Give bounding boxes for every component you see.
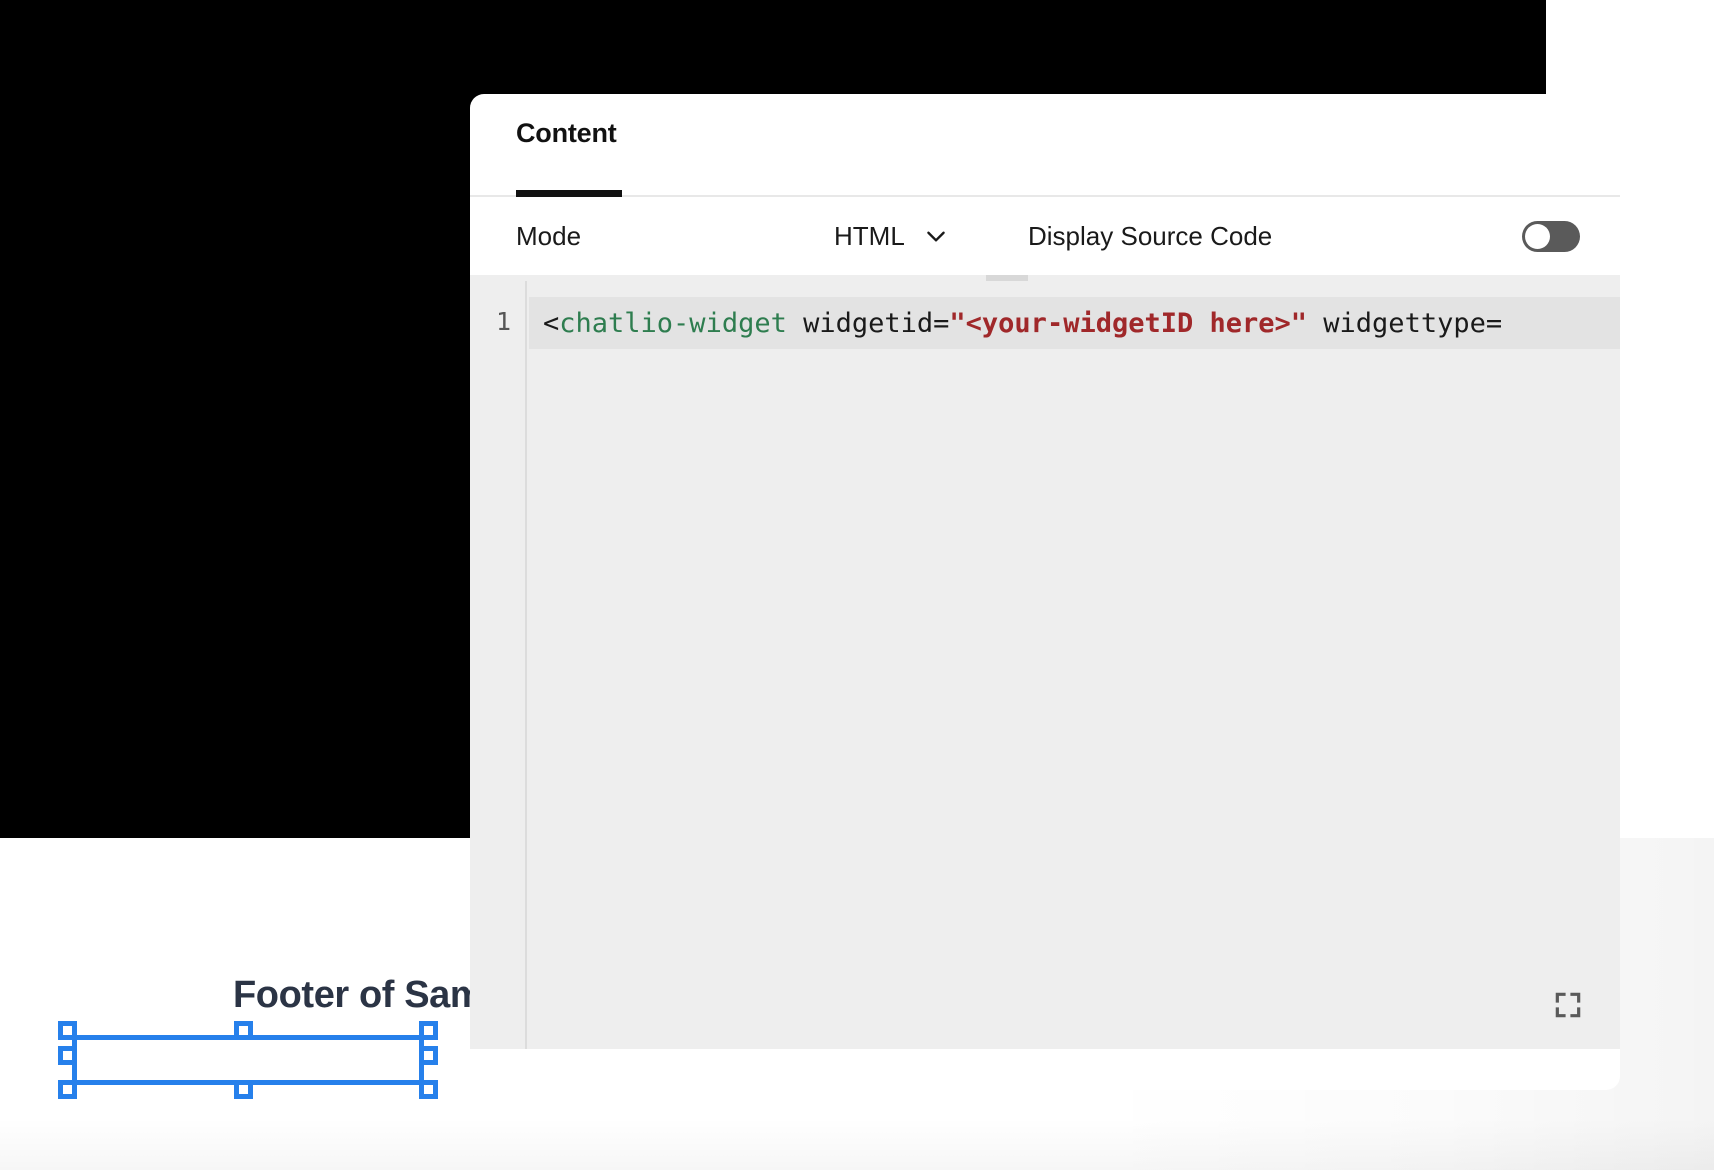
toggle-knob [1525, 223, 1550, 249]
chevron-down-icon [927, 231, 945, 242]
display-source-code-label: Display Source Code [1028, 220, 1273, 251]
code-token-attr-widgettype: widgettype= [1307, 307, 1503, 339]
editor-line-number-gutter: 1 [470, 281, 527, 1049]
tab-active-indicator [516, 190, 622, 197]
element-selection-box[interactable] [58, 1021, 438, 1099]
mode-select-dropdown[interactable]: HTML [834, 221, 949, 252]
resize-handle-bottom-center[interactable] [234, 1080, 253, 1099]
resize-handle-bottom-right[interactable] [419, 1080, 438, 1099]
resize-handle-middle-right[interactable] [419, 1046, 438, 1065]
content-settings-dialog: Content Mode HTML Display Source Code 1 [470, 94, 1620, 1090]
resize-handle-top-left[interactable] [58, 1021, 77, 1040]
resize-handle-bottom-left[interactable] [58, 1080, 77, 1099]
editor-code-area[interactable]: < chatlio-widget widgetid= "<your-widget… [529, 281, 1620, 1049]
resize-handle-middle-left[interactable] [58, 1046, 77, 1065]
code-editor[interactable]: 1 < chatlio-widget widgetid= "<your-widg… [470, 275, 1620, 1049]
code-token-open-bracket: < [543, 307, 560, 339]
line-number: 1 [495, 307, 511, 336]
code-token-attr-widgetid: widgetid= [786, 307, 950, 339]
code-line-1[interactable]: < chatlio-widget widgetid= "<your-widget… [543, 297, 1502, 349]
dialog-tab-bar: Content [470, 94, 1620, 197]
code-token-tag-name: chatlio-widget [559, 307, 787, 339]
tab-content-label: Content [516, 118, 617, 148]
expand-fullscreen-icon[interactable] [1552, 989, 1584, 1021]
resize-handle-top-center[interactable] [234, 1021, 253, 1040]
editor-controls-row: Mode HTML Display Source Code [470, 197, 1620, 275]
tab-content[interactable]: Content [516, 94, 622, 197]
mode-label: Mode [516, 220, 582, 251]
code-token-string-value: "<your-widgetID here>" [949, 307, 1308, 339]
resize-handle-top-right[interactable] [419, 1021, 438, 1040]
selection-outline [72, 1035, 424, 1085]
display-source-code-toggle[interactable] [1522, 220, 1580, 252]
mode-select-value: HTML [834, 220, 905, 251]
